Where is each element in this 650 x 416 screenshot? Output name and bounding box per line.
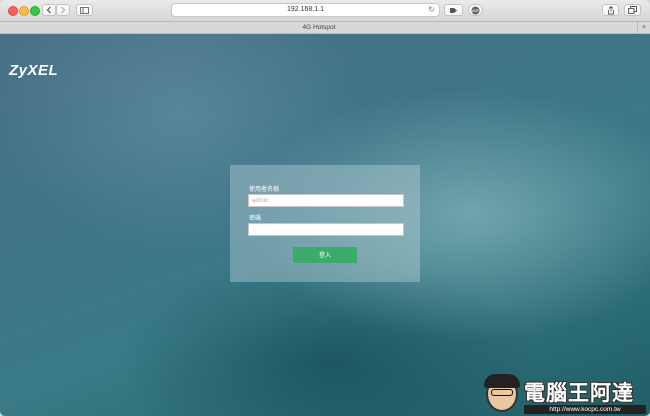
- tabs-overview-icon: [628, 6, 637, 14]
- back-button[interactable]: [42, 4, 56, 16]
- share-button[interactable]: [602, 4, 619, 16]
- svg-text:ABP: ABP: [472, 9, 480, 13]
- extension-button[interactable]: [444, 4, 463, 16]
- chevron-left-icon: [46, 6, 51, 14]
- adblock-icon: ABP: [471, 6, 480, 14]
- tab-4g-hotspot[interactable]: 4G Hotspot: [0, 22, 638, 33]
- brand-logo: ZyXEL: [9, 62, 59, 79]
- address-text: 192.168.1.1: [287, 6, 324, 13]
- chevron-right-icon: [61, 6, 66, 14]
- mascot-hair-icon: [484, 374, 520, 388]
- password-label: 密碼: [249, 216, 262, 222]
- sidebar-icon: [80, 6, 89, 14]
- mascot-glasses-icon: [491, 389, 513, 396]
- tag-icon: [450, 7, 457, 13]
- password-input[interactable]: [248, 223, 404, 236]
- sidebar-button[interactable]: [76, 4, 93, 16]
- login-panel: 使用者名稱 密碼 登入: [230, 165, 420, 282]
- share-icon: [607, 5, 614, 14]
- watermark-title: 電腦王阿達: [524, 381, 634, 405]
- adblock-button[interactable]: ABP: [468, 4, 483, 16]
- reload-icon[interactable]: ↻: [428, 4, 435, 16]
- address-bar[interactable]: 192.168.1.1 ↻: [171, 3, 440, 17]
- minimize-window-button[interactable]: [19, 6, 29, 16]
- username-input[interactable]: [248, 194, 404, 207]
- login-button[interactable]: 登入: [293, 247, 357, 263]
- browser-toolbar: 192.168.1.1 ↻ ABP: [0, 0, 650, 22]
- tab-bar: 4G Hotspot +: [0, 22, 650, 34]
- forward-button[interactable]: [56, 4, 70, 16]
- close-window-button[interactable]: [8, 6, 18, 16]
- tabs-overview-button[interactable]: [624, 4, 641, 16]
- username-label: 使用者名稱: [249, 187, 280, 193]
- watermark-url: http://www.kocpc.com.tw: [524, 405, 646, 414]
- browser-window: 192.168.1.1 ↻ ABP 4G Hotspot + ZyXEL 使用者…: [0, 0, 650, 416]
- watermark: 電腦王阿達 http://www.kocpc.com.tw: [480, 374, 648, 416]
- page-content: ZyXEL 使用者名稱 密碼 登入 電腦王阿達 http://www.kocpc…: [0, 34, 650, 416]
- zoom-window-button[interactable]: [30, 6, 40, 16]
- new-tab-button[interactable]: +: [637, 22, 650, 33]
